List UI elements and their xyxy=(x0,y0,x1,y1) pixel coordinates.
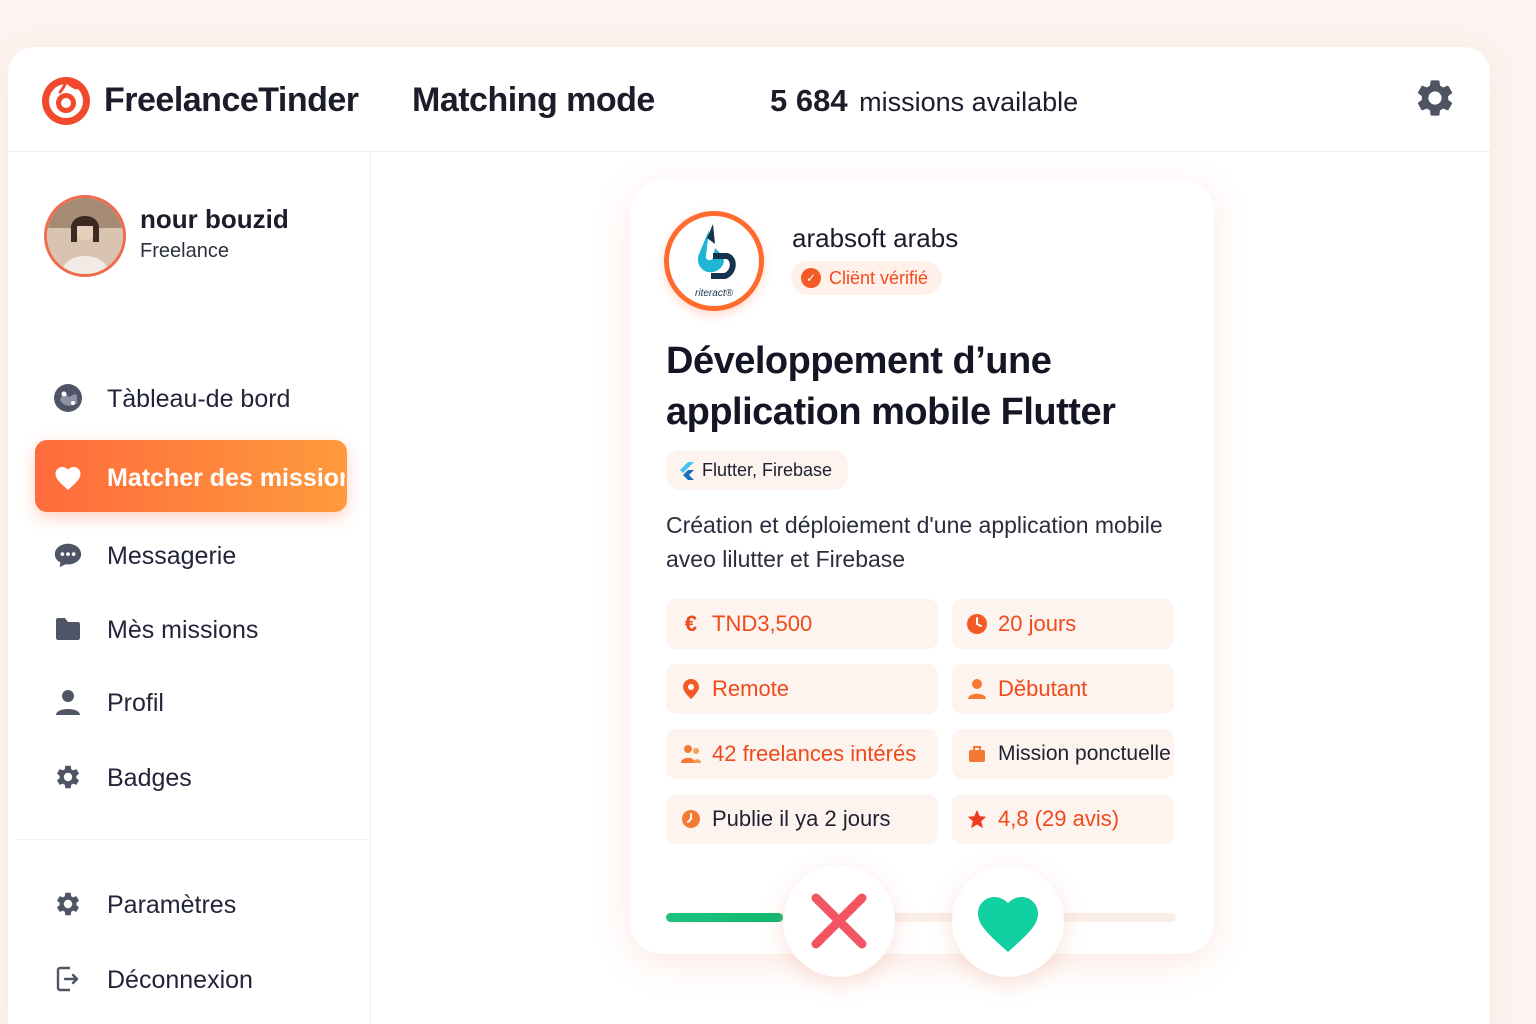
client-logo-text: riteract® xyxy=(695,288,734,299)
type-stat: Mission ponctuelle xyxy=(952,729,1174,779)
tech-label: Flutter, Firebase xyxy=(702,459,833,480)
missions-label: missions available xyxy=(859,87,1079,117)
folder-icon xyxy=(53,614,83,644)
brand-name: FreelanceTinder xyxy=(104,81,359,119)
sidebar-item-badges[interactable]: Badges xyxy=(35,740,347,812)
sidebar-item-label: Badges xyxy=(107,764,192,792)
top-header: FreelanceTinder Matching mode 5 684 miss… xyxy=(8,47,1490,152)
missions-available: 5 684 missions available xyxy=(770,83,1078,119)
sidebar-item-label: Paramètres xyxy=(107,891,237,919)
sidebar-item-label: Messagerie xyxy=(107,542,237,570)
sidebar-item-label: Profil xyxy=(107,689,164,717)
user-role: Freelance xyxy=(140,240,229,262)
mission-title: Développement d’une application mobile F… xyxy=(666,340,1116,433)
reject-button[interactable] xyxy=(783,865,895,977)
euro-icon: € xyxy=(684,611,698,636)
star-icon xyxy=(966,808,988,830)
published-value: Publie il ya 2 jours xyxy=(712,806,891,831)
briefcase-icon xyxy=(966,743,988,765)
logo-icon xyxy=(42,77,90,125)
missions-count: 5 684 xyxy=(770,83,848,118)
client-logo: riteract® xyxy=(664,211,764,311)
gear-icon[interactable] xyxy=(1413,76,1457,120)
sidebar-divider xyxy=(18,839,368,840)
sidebar-item-label: Mès missions xyxy=(107,616,259,644)
location-stat: Remote xyxy=(666,664,938,714)
budget-stat: € TND3,500 xyxy=(666,599,938,649)
clock-icon xyxy=(680,808,702,830)
page-title: Matching mode xyxy=(412,81,655,119)
sidebar-item-logout[interactable]: Déconnexion xyxy=(35,942,347,1014)
sidebar-item-label: Matcher des mission xyxy=(107,464,345,492)
swipe-progress-track xyxy=(666,913,1176,922)
duration-value: 20 jours xyxy=(998,611,1077,636)
sidebar-item-match-missions[interactable]: Matcher des mission xyxy=(35,440,347,512)
mission-card[interactable]: riteract® arabsoft arabs ✓ Cliënt vérifi… xyxy=(630,180,1214,977)
sidebar-item-my-missions[interactable]: Mès missions xyxy=(35,592,347,664)
interested-stat: 42 freelances intérés xyxy=(666,729,938,779)
rating-value: 4,8 (29 avis) xyxy=(998,806,1120,831)
sidebar-item-messages[interactable]: Messagerie xyxy=(35,518,347,590)
client-name: arabsoft arabs xyxy=(792,223,959,253)
budget-value: TND3,500 xyxy=(712,611,813,636)
like-button[interactable] xyxy=(952,865,1064,977)
user-icon xyxy=(966,678,988,700)
verified-label: Cliënt vérifié xyxy=(829,267,929,288)
chat-icon xyxy=(53,540,83,570)
level-stat: Dĕbutant xyxy=(952,664,1174,714)
sidebar-item-profile[interactable]: Profil xyxy=(35,665,347,737)
interested-value: 42 freelances intérés xyxy=(712,741,917,766)
user-name: nour bouzid xyxy=(140,204,289,234)
location-value: Remote xyxy=(712,676,790,701)
user-icon xyxy=(53,687,83,717)
duration-stat: 20 jours xyxy=(952,599,1174,649)
sidebar-item-label: Tàbleau-de bord xyxy=(107,385,291,413)
tech-chip: Flutter, Firebase xyxy=(666,450,849,490)
clock-icon xyxy=(966,613,988,635)
sidebar-item-settings[interactable]: Paramètres xyxy=(35,867,347,939)
rating-stat: 4,8 (29 avis) xyxy=(952,794,1174,844)
users-icon xyxy=(680,743,702,765)
avatar-image xyxy=(47,198,123,274)
sidebar: nour bouzid Freelance Tàbleau-de bord Ma… xyxy=(8,152,371,1024)
heart-icon xyxy=(53,462,83,492)
gear-icon xyxy=(53,889,83,919)
sidebar-item-label: Déconnexion xyxy=(107,966,253,994)
level-value: Dĕbutant xyxy=(998,676,1088,701)
type-value: Mission ponctuelle xyxy=(998,742,1171,765)
gear-icon xyxy=(53,762,83,792)
verified-badge: ✓ Cliënt vérifié xyxy=(791,261,943,295)
sidebar-item-dashboard[interactable]: Tàbleau-de bord xyxy=(35,361,347,433)
mission-description: Création et déploiement d'une applicatio… xyxy=(666,512,1163,572)
flutter-icon xyxy=(680,462,694,480)
logout-icon xyxy=(53,964,83,994)
swipe-progress-fill xyxy=(666,913,784,922)
heart-icon xyxy=(978,897,1038,953)
dashboard-icon xyxy=(53,383,83,413)
avatar[interactable] xyxy=(44,195,126,277)
client-logo-image: riteract® xyxy=(695,224,736,299)
published-stat: Publie il ya 2 jours xyxy=(666,794,938,844)
app-window: FreelanceTinder Matching mode 5 684 miss… xyxy=(8,47,1490,1024)
verified-icon: ✓ xyxy=(801,268,821,288)
close-icon xyxy=(811,893,867,949)
location-pin-icon xyxy=(680,678,702,700)
